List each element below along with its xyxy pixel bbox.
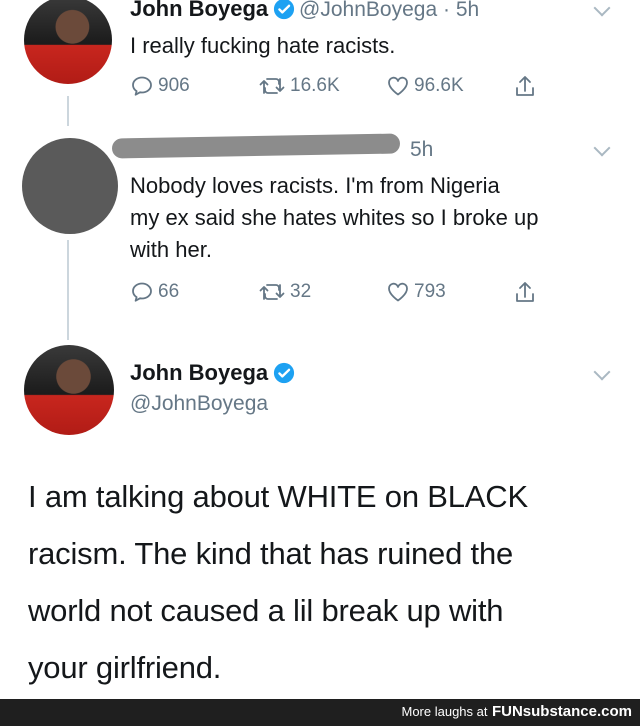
reply-icon [132, 282, 152, 302]
like-button[interactable]: 96.6K [386, 74, 464, 98]
reply-button[interactable]: 66 [130, 280, 179, 304]
tweet1-text: I really fucking hate racists. [130, 33, 396, 58]
tweet3-text: I am talking about WHITE on BLACK racism… [28, 468, 528, 696]
dot-separator: · [437, 0, 456, 21]
tweet2-line-2: my ex said she hates whites so I broke u… [130, 205, 539, 230]
verified-badge-icon [273, 362, 295, 389]
share-icon [516, 282, 534, 302]
avatar-john-boyega[interactable] [24, 345, 114, 435]
tweet-time[interactable]: 5h [456, 0, 479, 21]
share-button[interactable] [513, 280, 541, 306]
redacted-name-bar [111, 133, 401, 159]
heart-icon [388, 282, 408, 302]
tweet2-line-1: Nobody loves racists. I'm from Nigeria [130, 173, 500, 198]
retweet-button[interactable]: 32 [258, 280, 311, 304]
tweet1-header: John Boyega @JohnBoyega · 5h [130, 0, 479, 25]
retweet-icon [259, 78, 285, 94]
watermark-brand: FUNsubstance.com [491, 703, 632, 720]
retweet-count: 32 [290, 281, 312, 302]
retweet-icon [259, 284, 285, 300]
like-count: 96.6K [414, 75, 464, 96]
avatar-john-boyega[interactable] [24, 0, 112, 84]
tweet-time[interactable]: 5h [410, 138, 433, 162]
chevron-down-icon[interactable] [593, 363, 611, 381]
avatar-redacted[interactable] [22, 138, 118, 234]
tweet3-line-3: world not caused a lil break up with [28, 593, 504, 628]
reply-count: 906 [158, 75, 190, 96]
watermark: More laughs at FUNsubstance.com [402, 703, 633, 721]
like-count: 793 [414, 281, 446, 302]
author-name[interactable]: John Boyega [130, 360, 268, 385]
reply-count: 66 [158, 281, 180, 302]
thread-line [67, 96, 69, 126]
tweet3-line-2: racism. The kind that has ruined the [28, 536, 514, 571]
thread-line [67, 240, 69, 340]
verified-badge-icon [273, 0, 295, 25]
tweet3-author: John Boyega [130, 360, 295, 389]
retweet-count: 16.6K [290, 75, 340, 96]
reply-icon [132, 76, 152, 96]
author-handle[interactable]: @JohnBoyega [130, 392, 268, 416]
chevron-down-icon[interactable] [593, 139, 611, 157]
tweet3-line-1: I am talking about WHITE on BLACK [28, 479, 528, 514]
heart-icon [388, 76, 408, 96]
share-icon [516, 76, 534, 96]
author-name[interactable]: John Boyega [130, 0, 268, 21]
share-button[interactable] [513, 74, 541, 100]
tweet2-text: Nobody loves racists. I'm from Nigeria m… [130, 170, 538, 266]
author-handle[interactable]: @JohnBoyega [299, 0, 437, 21]
like-button[interactable]: 793 [386, 280, 446, 304]
reply-button[interactable]: 906 [130, 74, 190, 98]
watermark-text: More laughs at [401, 704, 488, 719]
tweet3-line-4: your girlfriend. [28, 650, 222, 685]
chevron-down-icon[interactable] [593, 0, 611, 17]
tweet2-line-3: with her. [130, 237, 212, 262]
retweet-button[interactable]: 16.6K [258, 74, 340, 98]
